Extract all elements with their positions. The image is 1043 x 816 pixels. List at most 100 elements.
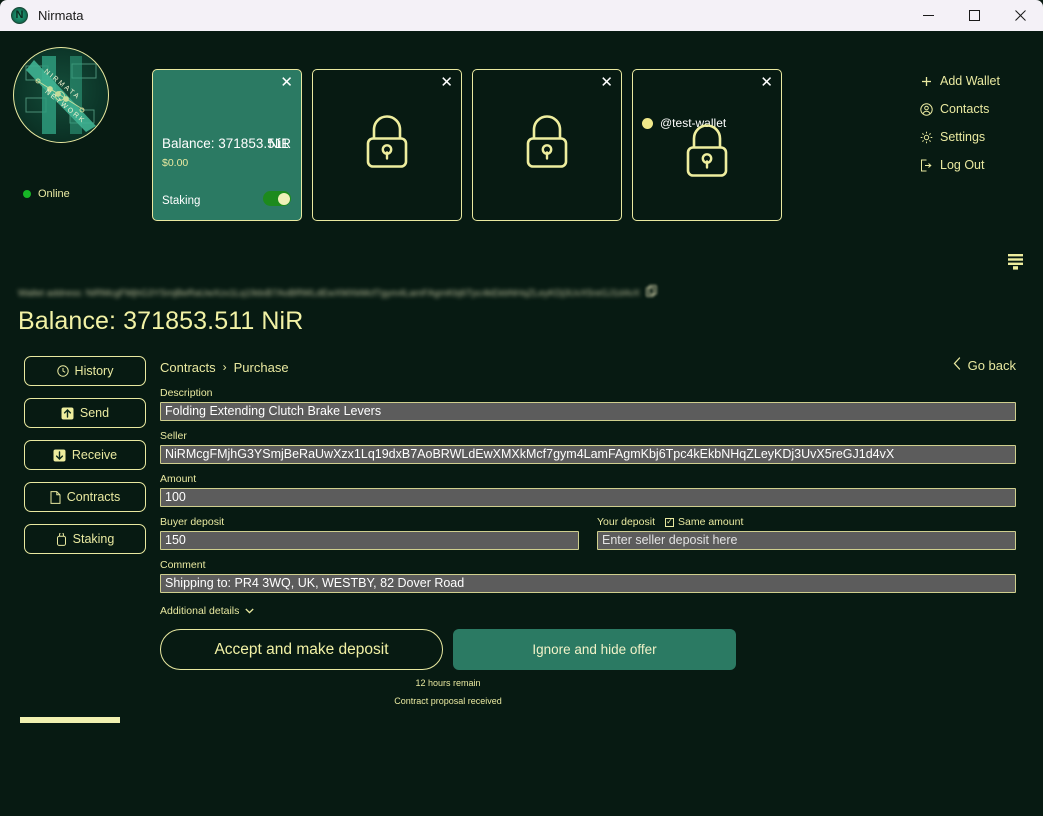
buyer-deposit-input[interactable]: 150: [160, 531, 579, 550]
person-circle-icon: [919, 103, 933, 116]
document-icon: [50, 491, 61, 504]
menu-item-log-out[interactable]: Log Out: [919, 155, 1029, 175]
nirmata-logo-icon: [11, 7, 28, 24]
logout-icon: [919, 159, 933, 172]
minimize-button[interactable]: [905, 0, 951, 31]
contract-status: 12 hours remain Contract proposal receiv…: [160, 678, 736, 706]
sidebar-item-label: Receive: [72, 448, 117, 462]
sidebar-item-label: Send: [80, 406, 109, 420]
receive-down-arrow-icon: [53, 449, 66, 462]
sidebar-item-send[interactable]: Send: [24, 398, 146, 428]
amount-input[interactable]: 100: [160, 488, 1016, 507]
window-titlebar: Nirmata: [0, 0, 1043, 31]
sidebar-item-contracts[interactable]: Contracts: [24, 482, 146, 512]
chevron-left-icon: [953, 357, 961, 373]
window-title: Nirmata: [38, 8, 84, 23]
menu-item-label: Log Out: [940, 158, 984, 172]
checkbox-check-icon: ✓: [665, 518, 674, 527]
connection-status: Online: [23, 188, 111, 200]
contract-state-label: Contract proposal received: [160, 696, 736, 706]
menu-item-label: Contacts: [940, 102, 989, 116]
accept-and-make-deposit-button[interactable]: Accept and make deposit: [160, 629, 443, 670]
sidebar-nav: History Send Receive Contracts Staking: [24, 356, 146, 566]
sidebar-item-label: Staking: [73, 532, 115, 546]
card-currency-unit: NiR: [269, 136, 292, 151]
additional-details-label: Additional details: [160, 605, 239, 617]
nirmata-network-logo: NIRMATA NETWORK: [13, 47, 109, 143]
lock-icon: [681, 121, 733, 188]
time-remaining-label: 12 hours remain: [160, 678, 736, 688]
comment-input[interactable]: Shipping to: PR4 3WQ, UK, WESTBY, 82 Dov…: [160, 574, 1016, 593]
menu-item-label: Settings: [940, 130, 985, 144]
wallet-card-locked-2[interactable]: ✕: [472, 69, 622, 221]
close-icon[interactable]: ✕: [280, 75, 293, 90]
window-controls: [905, 0, 1043, 31]
contract-actions: Accept and make deposit Ignore and hide …: [160, 629, 1016, 670]
description-input[interactable]: Folding Extending Clutch Brake Levers: [160, 402, 1016, 421]
chevron-down-icon: [245, 605, 254, 617]
close-icon[interactable]: ✕: [760, 75, 773, 90]
wallet-address-row[interactable]: Wallet address: NiRMcgFMjhG3YSmjBeRaUwXz…: [18, 284, 657, 302]
container-icon: [56, 533, 67, 546]
clock-icon: [57, 365, 69, 377]
seller-input[interactable]: NiRMcgFMjhG3YSmjBeRaUwXzx1Lq19dxB7AoBRWL…: [160, 445, 1016, 464]
comment-label: Comment: [160, 559, 1016, 571]
toggle-knob: [278, 193, 290, 205]
go-back-label: Go back: [968, 358, 1016, 373]
amount-label: Amount: [160, 473, 1016, 485]
card-staking-label: Staking: [162, 195, 200, 207]
menu-item-label: Add Wallet: [940, 74, 1000, 88]
lock-icon: [521, 112, 573, 179]
copy-icon[interactable]: [646, 284, 657, 302]
app-body: NIRMATA NETWORK Online ✕ Balance: 371853…: [0, 31, 1043, 816]
buyer-deposit-label: Buyer deposit: [160, 516, 579, 528]
sidebar-item-history[interactable]: History: [24, 356, 146, 386]
sidebar-item-receive[interactable]: Receive: [24, 440, 146, 470]
menu-item-contacts[interactable]: Contacts: [919, 99, 1029, 119]
status-dot-icon: [23, 190, 31, 198]
breadcrumb-current: Purchase: [234, 360, 289, 375]
wallet-address-text: Wallet address: NiRMcgFMjhG3YSmjBeRaUwXz…: [18, 288, 640, 299]
ignore-and-hide-offer-button[interactable]: Ignore and hide offer: [453, 629, 736, 670]
page-title: Balance: 371853.511 NiR: [18, 307, 303, 336]
close-icon[interactable]: ✕: [600, 75, 613, 90]
additional-details-toggle[interactable]: Additional details: [160, 605, 1016, 617]
deposit-row: Buyer deposit 150 Your deposit ✓ Same am…: [160, 507, 1016, 550]
go-back-button[interactable]: Go back: [953, 357, 1016, 373]
menu-item-add-wallet[interactable]: Add Wallet: [919, 71, 1029, 91]
contract-panel: Contracts › Purchase Go back Description…: [160, 356, 1016, 706]
bottom-progress-bar: [20, 717, 120, 723]
wallet-cards: ✕ Balance: 371853.511 NiR $0.00 Staking …: [152, 69, 782, 221]
wallet-card-test-wallet[interactable]: ✕ @test-wallet: [632, 69, 782, 221]
gear-icon: [919, 131, 933, 144]
wallet-card-locked-1[interactable]: ✕: [312, 69, 462, 221]
close-button[interactable]: [997, 0, 1043, 31]
your-deposit-input[interactable]: Enter seller deposit here: [597, 531, 1016, 550]
sidebar-item-label: Contracts: [67, 490, 121, 504]
description-label: Description: [160, 387, 1016, 399]
sidebar-item-label: History: [75, 364, 114, 378]
buyer-deposit-group: Buyer deposit 150: [160, 507, 579, 550]
close-icon[interactable]: ✕: [440, 75, 453, 90]
account-menu: Add Wallet Contacts Settings: [919, 71, 1029, 183]
brand-block: NIRMATA NETWORK Online: [13, 47, 111, 200]
same-amount-checkbox[interactable]: ✓ Same amount: [665, 516, 743, 528]
filter-lines-icon[interactable]: [1007, 253, 1024, 276]
card-fiat-value: $0.00: [162, 157, 188, 169]
plus-icon: [919, 76, 933, 87]
menu-item-settings[interactable]: Settings: [919, 127, 1029, 147]
staking-toggle[interactable]: [263, 191, 291, 206]
status-label: Online: [38, 188, 70, 200]
seller-label: Seller: [160, 430, 1016, 442]
lock-icon: [361, 112, 413, 179]
breadcrumb-root[interactable]: Contracts: [160, 360, 216, 375]
your-deposit-group: Your deposit ✓ Same amount Enter seller …: [597, 507, 1016, 550]
breadcrumb: Contracts › Purchase Go back: [160, 356, 1016, 378]
maximize-button[interactable]: [951, 0, 997, 31]
breadcrumb-separator: ›: [223, 360, 227, 374]
sidebar-item-staking[interactable]: Staking: [24, 524, 146, 554]
wallet-status-dot-icon: [642, 118, 653, 129]
same-amount-label: Same amount: [678, 516, 743, 528]
wallet-card-active[interactable]: ✕ Balance: 371853.511 NiR $0.00 Staking: [152, 69, 302, 221]
send-up-arrow-icon: [61, 407, 74, 420]
